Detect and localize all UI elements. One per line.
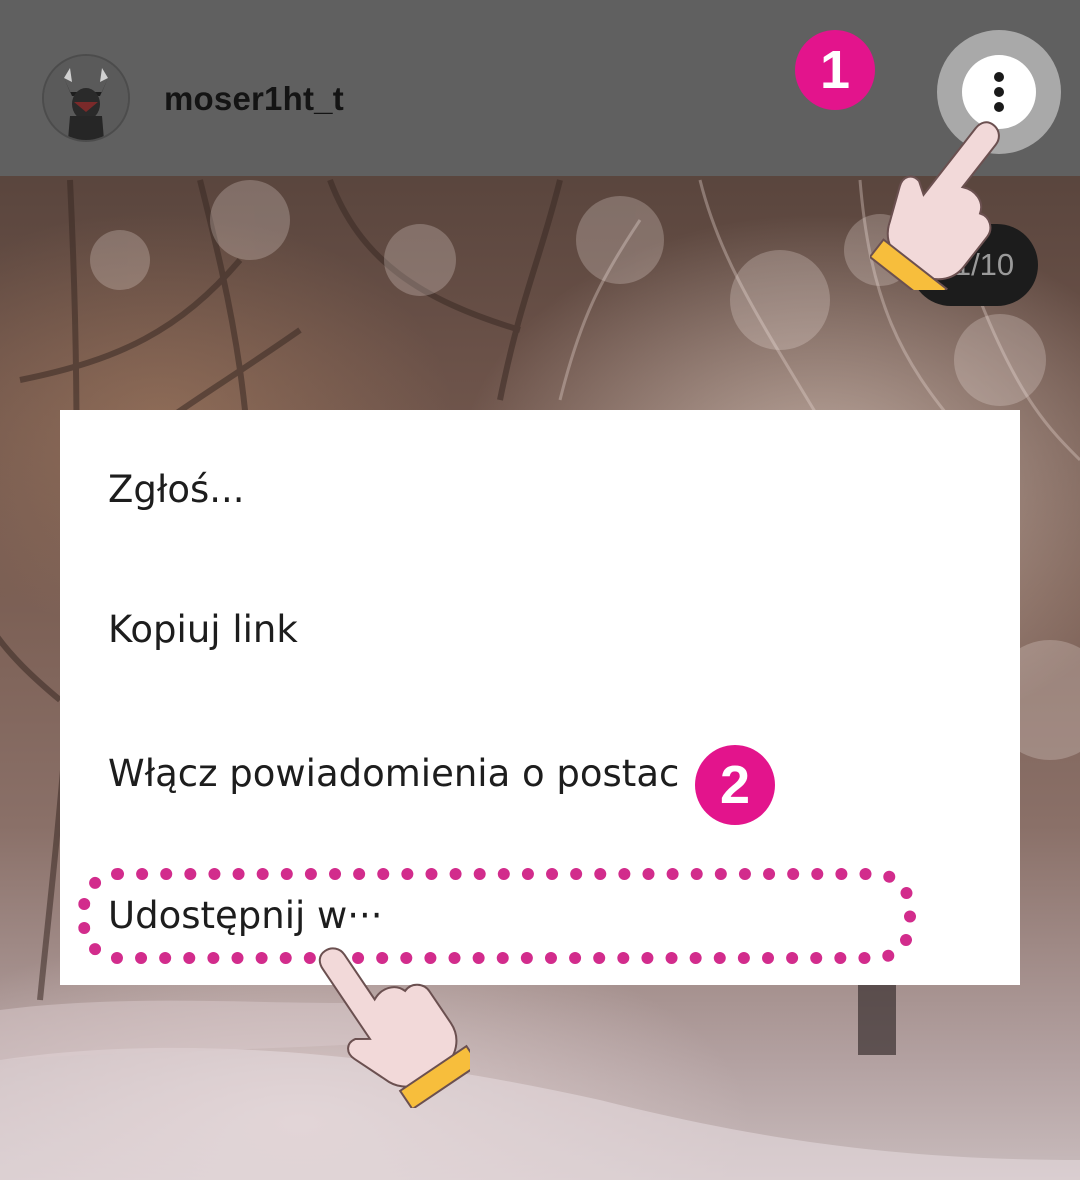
menu-item-copy-link[interactable]: Kopiuj link [108, 608, 298, 651]
username[interactable]: moser1ht_t [164, 80, 344, 118]
pointing-hand-icon [870, 121, 1000, 290]
share-highlight [78, 868, 916, 964]
avatar[interactable] [42, 54, 130, 142]
step-2-badge: 2 [695, 745, 775, 825]
step-1-badge: 1 [795, 30, 875, 110]
menu-item-turn-on-notifications[interactable]: Włącz powiadomienia o postac [108, 752, 679, 795]
pointing-hand-icon [318, 947, 470, 1108]
menu-item-report[interactable]: Zgłoś... [108, 468, 245, 511]
